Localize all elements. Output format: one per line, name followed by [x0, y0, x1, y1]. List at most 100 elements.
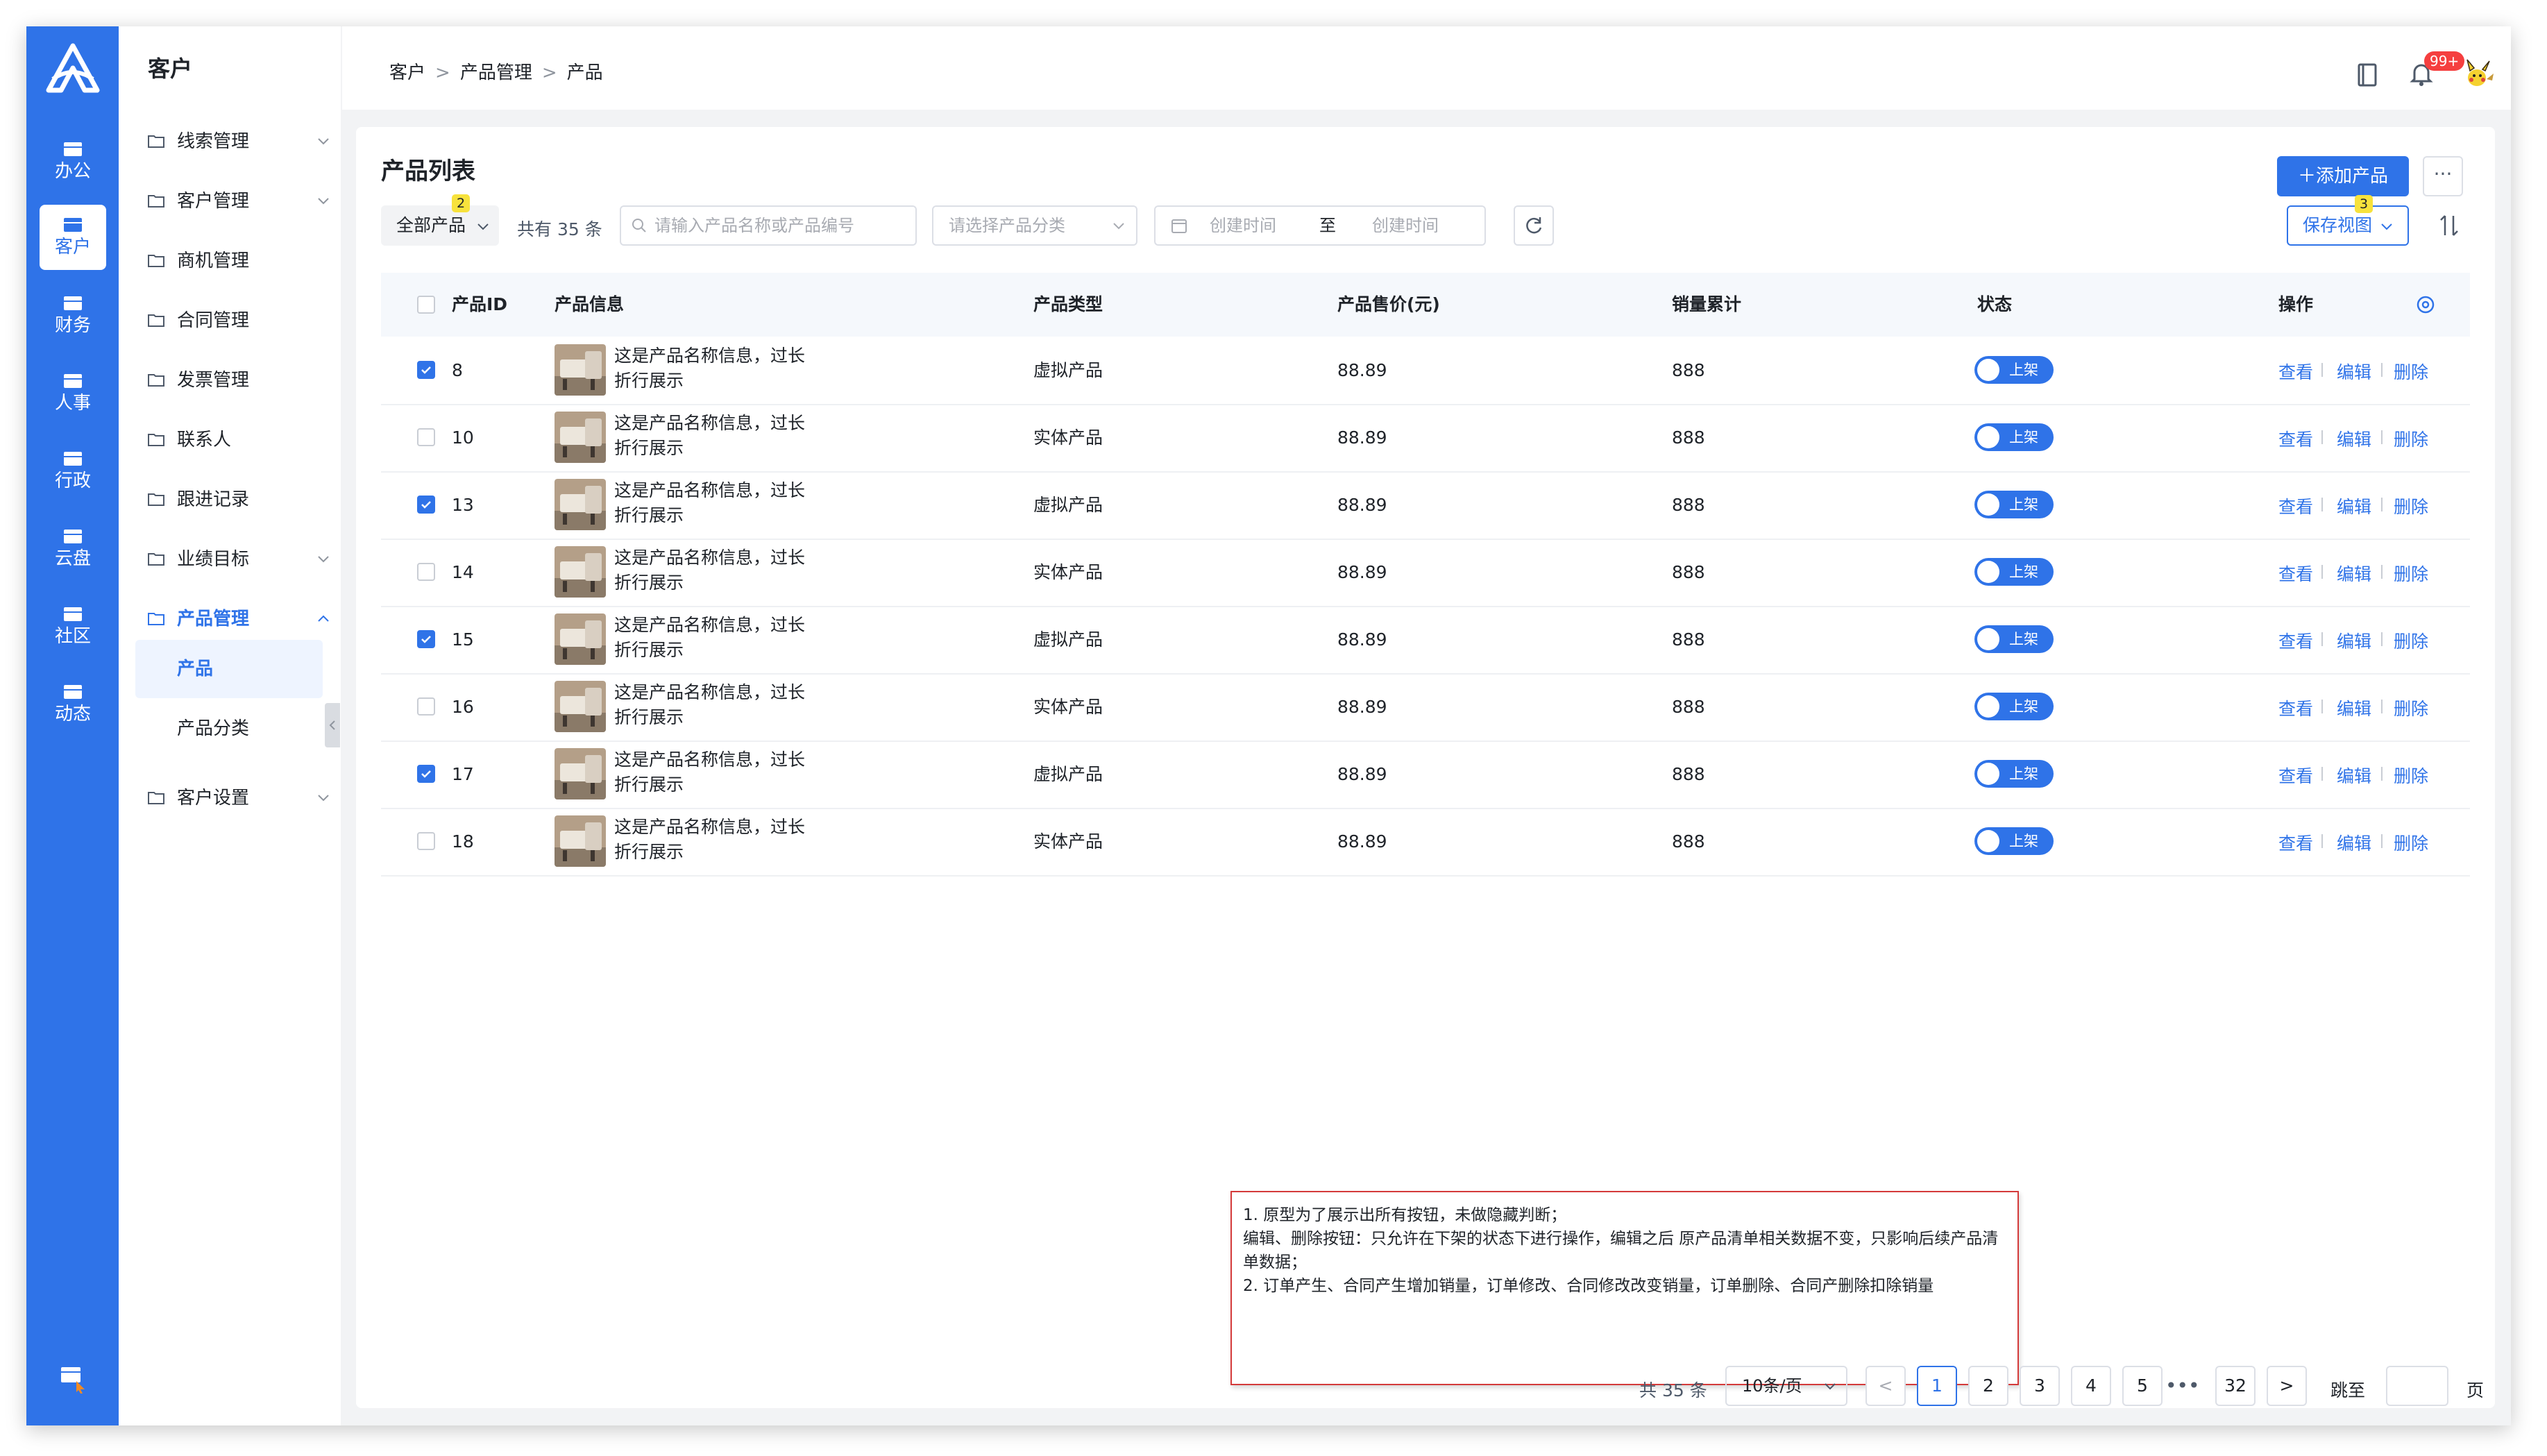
- edit-link[interactable]: 编辑: [2337, 830, 2371, 855]
- page-button[interactable]: 5: [2122, 1366, 2163, 1406]
- page-button-last[interactable]: 32: [2215, 1366, 2256, 1406]
- edit-link[interactable]: 编辑: [2337, 695, 2371, 720]
- menu-item-contracts[interactable]: 合同管理: [119, 301, 341, 340]
- rail-item-community[interactable]: 社区: [40, 594, 106, 659]
- view-link[interactable]: 查看: [2278, 628, 2313, 653]
- rail-item-customer[interactable]: 客户: [40, 205, 106, 270]
- delete-link[interactable]: 删除: [2394, 830, 2428, 855]
- status-toggle[interactable]: 上架: [1974, 423, 2054, 451]
- view-link[interactable]: 查看: [2278, 763, 2313, 788]
- edit-link[interactable]: 编辑: [2337, 426, 2371, 451]
- status-toggle[interactable]: 上架: [1974, 558, 2054, 586]
- delete-link[interactable]: 删除: [2394, 628, 2428, 653]
- edit-link[interactable]: 编辑: [2337, 359, 2371, 384]
- sort-icon[interactable]: [2437, 213, 2462, 238]
- delete-link[interactable]: 删除: [2394, 561, 2428, 586]
- row-checkbox[interactable]: [417, 428, 435, 446]
- rail-item-hr[interactable]: 人事: [40, 361, 106, 426]
- search-input[interactable]: 请输入产品名称或产品编号: [620, 205, 917, 246]
- delete-link[interactable]: 删除: [2394, 763, 2428, 788]
- edit-link[interactable]: 编辑: [2337, 561, 2371, 586]
- row-checkbox[interactable]: [417, 496, 435, 514]
- status-toggle[interactable]: 上架: [1974, 491, 2054, 518]
- row-checkbox[interactable]: [417, 697, 435, 716]
- edit-link[interactable]: 编辑: [2337, 763, 2371, 788]
- menu-item-products[interactable]: 产品管理: [119, 600, 341, 638]
- product-info[interactable]: 这是产品名称信息，过长 折行展示: [614, 680, 805, 730]
- delete-link[interactable]: 删除: [2394, 695, 2428, 720]
- status-toggle[interactable]: 上架: [1974, 356, 2054, 384]
- rail-item-office[interactable]: 办公: [40, 129, 106, 194]
- category-select[interactable]: 请选择产品分类: [932, 205, 1137, 246]
- row-checkbox[interactable]: [417, 832, 435, 850]
- view-link[interactable]: 查看: [2278, 359, 2313, 384]
- menu-item-targets[interactable]: 业绩目标: [119, 540, 341, 579]
- next-page-button[interactable]: >: [2267, 1366, 2307, 1406]
- menu-item-followups[interactable]: 跟进记录: [119, 480, 341, 519]
- delete-link[interactable]: 删除: [2394, 426, 2428, 451]
- view-link[interactable]: 查看: [2278, 695, 2313, 720]
- prev-page-button[interactable]: <: [1865, 1366, 1906, 1406]
- pagination-ellipsis[interactable]: •••: [2165, 1374, 2200, 1397]
- rail-item-cloud[interactable]: 云盘: [40, 516, 106, 582]
- rail-item-feed[interactable]: 动态: [40, 672, 106, 737]
- more-actions-button[interactable]: ···: [2423, 156, 2463, 196]
- jump-page-input[interactable]: [2386, 1366, 2448, 1406]
- rail-item-admin[interactable]: 行政: [40, 439, 106, 504]
- delete-link[interactable]: 删除: [2394, 359, 2428, 384]
- filter-tab-all-products[interactable]: 全部产品: [381, 205, 499, 246]
- breadcrumb-item[interactable]: 产品管理: [460, 62, 532, 83]
- breadcrumb-item[interactable]: 客户: [389, 62, 425, 83]
- page-button[interactable]: 2: [1968, 1366, 2008, 1406]
- view-link[interactable]: 查看: [2278, 426, 2313, 451]
- select-all-checkbox[interactable]: [417, 296, 435, 314]
- row-checkbox[interactable]: [417, 630, 435, 648]
- apps-icon[interactable]: [58, 1366, 86, 1394]
- view-link[interactable]: 查看: [2278, 830, 2313, 855]
- edit-link[interactable]: 编辑: [2337, 628, 2371, 653]
- page-button[interactable]: 1: [1917, 1366, 1957, 1406]
- row-checkbox[interactable]: [417, 563, 435, 581]
- menu-item-customers[interactable]: 客户管理: [119, 182, 341, 221]
- status-toggle[interactable]: 上架: [1974, 760, 2054, 788]
- page-button[interactable]: 4: [2071, 1366, 2111, 1406]
- rail-item-finance[interactable]: 财务: [40, 283, 106, 348]
- view-link[interactable]: 查看: [2278, 493, 2313, 518]
- menu-item-contacts[interactable]: 联系人: [119, 421, 341, 459]
- product-info[interactable]: 这是产品名称信息，过长 折行展示: [614, 411, 805, 461]
- status-toggle[interactable]: 上架: [1974, 693, 2054, 720]
- product-info[interactable]: 这是产品名称信息，过长 折行展示: [614, 613, 805, 663]
- book-icon[interactable]: [2353, 61, 2381, 89]
- add-product-button[interactable]: ＋添加产品: [2277, 156, 2409, 196]
- collapse-sidebar-handle[interactable]: [325, 703, 340, 747]
- product-info[interactable]: 这是产品名称信息，过长 折行展示: [614, 815, 805, 865]
- column-settings-icon[interactable]: [2414, 294, 2437, 316]
- page-size-select[interactable]: 10条/页: [1725, 1366, 1847, 1406]
- menu-item-leads[interactable]: 线索管理: [119, 122, 341, 161]
- date-range-picker[interactable]: 创建时间 至 创建时间: [1154, 205, 1486, 246]
- row-checkbox[interactable]: [417, 361, 435, 379]
- save-view-button[interactable]: 保存视图: [2287, 205, 2409, 246]
- avatar[interactable]: [2462, 57, 2495, 90]
- delete-link[interactable]: 删除: [2394, 493, 2428, 518]
- menu-item-opportunities[interactable]: 商机管理: [119, 242, 341, 280]
- product-info[interactable]: 这是产品名称信息，过长 折行展示: [614, 747, 805, 797]
- product-info[interactable]: 这是产品名称信息，过长 折行展示: [614, 545, 805, 595]
- page-button[interactable]: 3: [2020, 1366, 2060, 1406]
- product-thumbnail: [555, 344, 606, 396]
- folder-icon: [148, 314, 164, 327]
- status-toggle[interactable]: 上架: [1974, 625, 2054, 653]
- refresh-button[interactable]: [1514, 205, 1554, 246]
- app-logo-icon[interactable]: [43, 40, 103, 100]
- edit-link[interactable]: 编辑: [2337, 493, 2371, 518]
- menu-item-invoices[interactable]: 发票管理: [119, 361, 341, 400]
- submenu-item-product-category[interactable]: 产品分类: [135, 700, 323, 758]
- status-toggle[interactable]: 上架: [1974, 827, 2054, 855]
- product-info[interactable]: 这是产品名称信息，过长 折行展示: [614, 478, 805, 528]
- submenu-item-product[interactable]: 产品: [135, 640, 323, 698]
- view-link[interactable]: 查看: [2278, 561, 2313, 586]
- row-checkbox[interactable]: [417, 765, 435, 783]
- product-info[interactable]: 这是产品名称信息，过长 折行展示: [614, 344, 805, 393]
- menu-item-customer-settings[interactable]: 客户设置: [119, 779, 341, 818]
- plus-icon: ＋: [2297, 166, 2316, 187]
